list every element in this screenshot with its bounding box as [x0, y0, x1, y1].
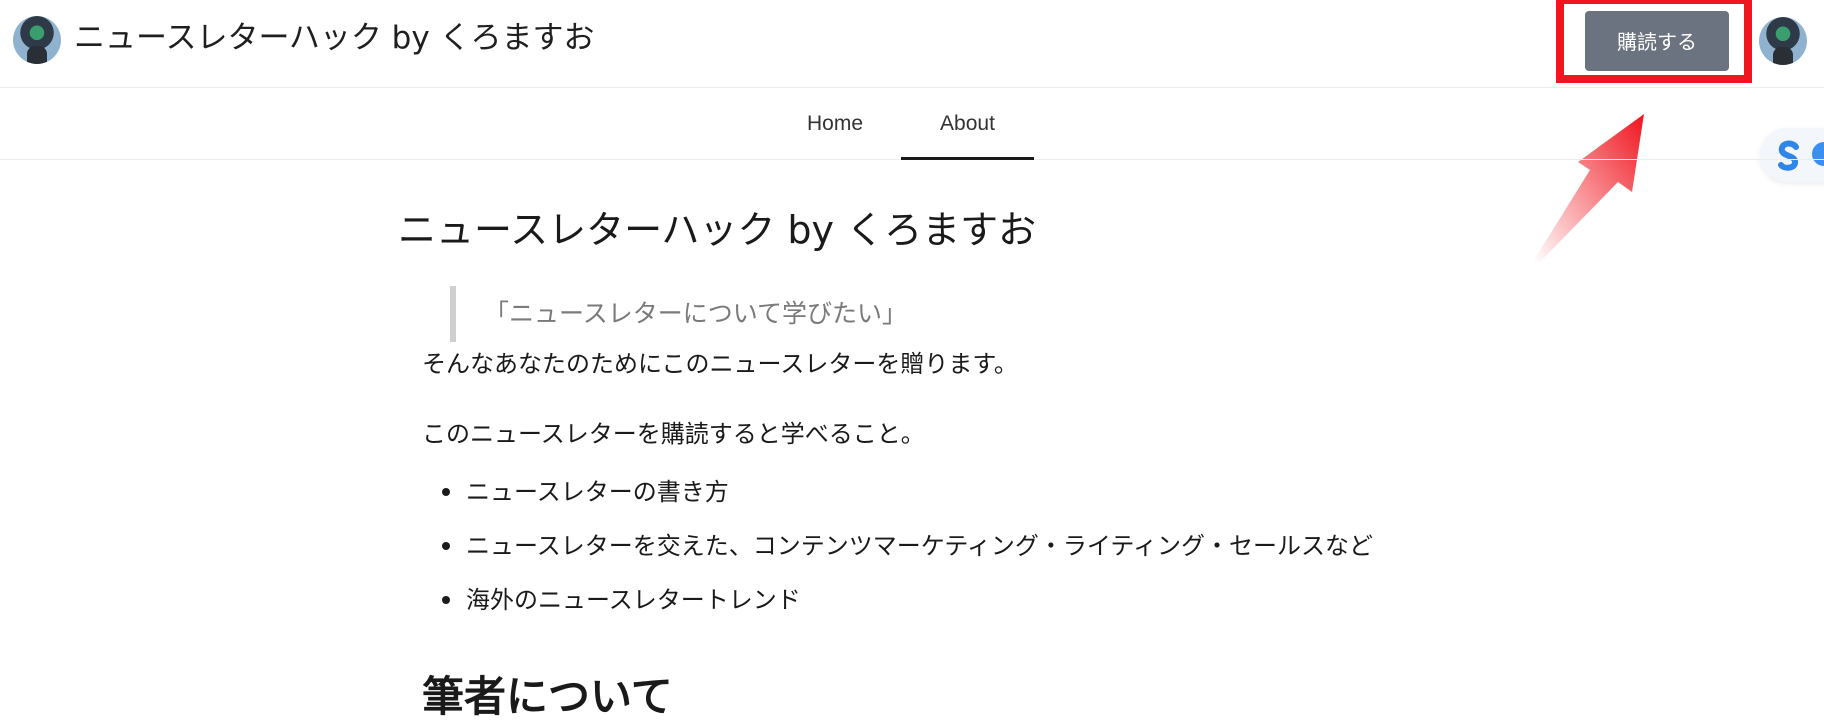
list-item: 海外のニュースレタートレンド — [442, 580, 1386, 620]
page-title: ニュースレターハック by くろますお — [398, 208, 1037, 252]
annotation-highlight-box — [1556, 0, 1752, 83]
section-heading-author: 筆者について — [422, 672, 673, 721]
feature-list: ニュースレターの書き方 ニュースレターを交えた、コンテンツマーケティング・ライテ… — [422, 472, 1386, 634]
blockquote: 「ニュースレターについて学びたい」 — [450, 286, 907, 342]
site-logo-avatar[interactable] — [13, 16, 61, 64]
intro-paragraph: そんなあなたのためにこのニュースレターを贈ります。 — [422, 350, 1018, 378]
learn-paragraph: このニュースレターを購読すると学べること。 — [422, 420, 925, 448]
user-avatar[interactable] — [1759, 17, 1807, 65]
about-content: ニュースレターハック by くろますお 「ニュースレターについて学びたい」 そん… — [398, 190, 1373, 614]
tab-home[interactable]: Home — [790, 88, 880, 160]
site-title[interactable]: ニュースレターハック by くろますお — [74, 18, 595, 58]
list-item: ニュースレターを交えた、コンテンツマーケティング・ライティング・セールスなど — [442, 526, 1386, 566]
tab-about[interactable]: About — [901, 88, 1034, 160]
nav-tabs: Home About — [0, 88, 1824, 160]
list-item: ニュースレターの書き方 — [442, 472, 1386, 512]
top-bar: ニュースレターハック by くろますお 購読する — [0, 0, 1824, 88]
